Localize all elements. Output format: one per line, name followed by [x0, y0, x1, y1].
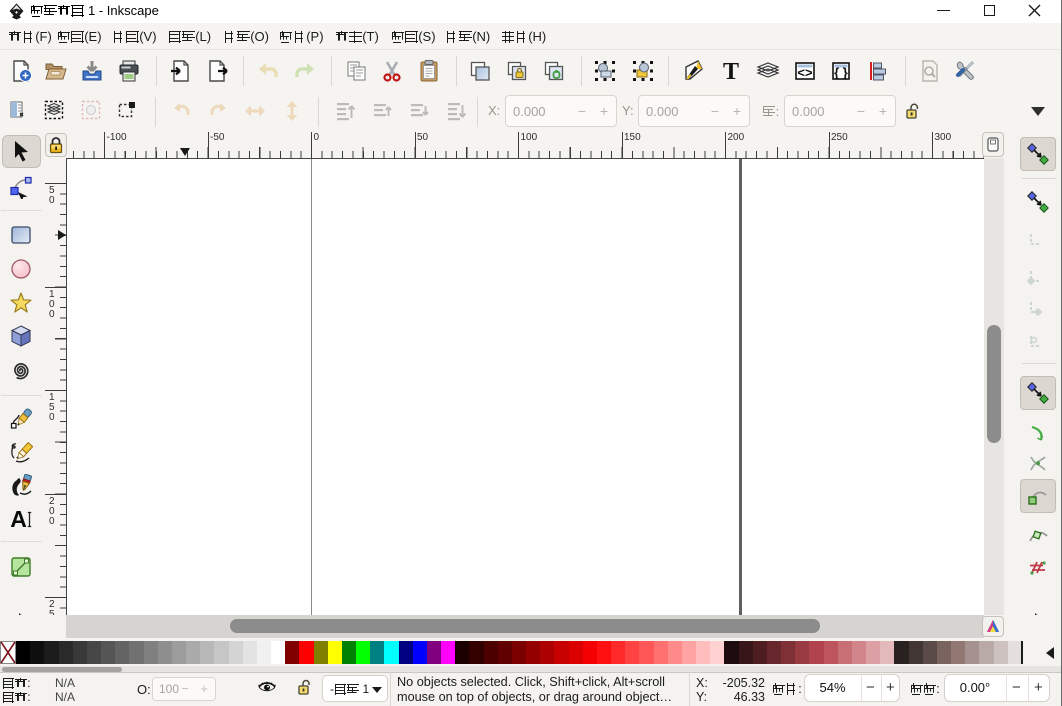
- svg-text:{ }: { }: [834, 65, 848, 80]
- svg-text:A: A: [10, 507, 27, 531]
- svg-text:<>: <>: [797, 65, 813, 80]
- svg-text:T: T: [723, 59, 739, 83]
